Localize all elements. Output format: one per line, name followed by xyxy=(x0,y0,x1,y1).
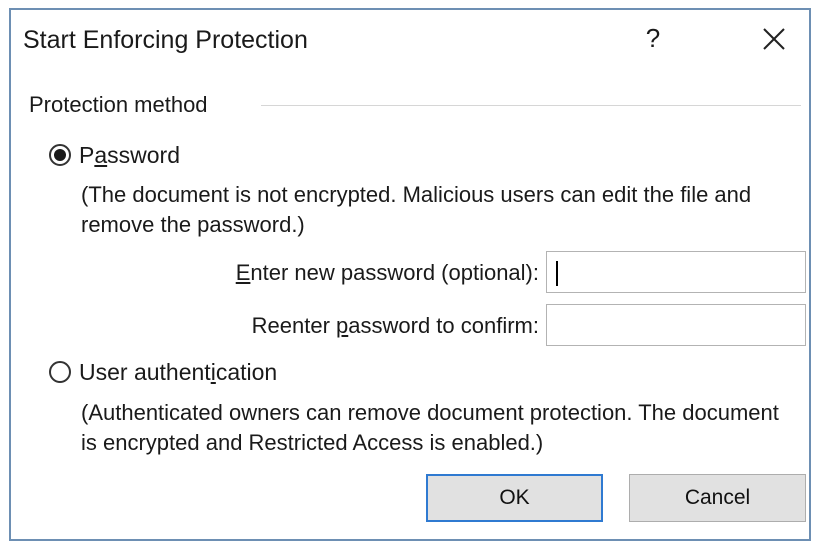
dialog-titlebar: Start Enforcing Protection ? xyxy=(11,10,809,68)
user-authentication-radio-button[interactable] xyxy=(49,361,71,383)
protection-method-group-label: Protection method xyxy=(29,91,216,119)
password-radio-label: Password xyxy=(79,142,180,168)
confirm-password-input[interactable] xyxy=(546,304,806,346)
new-password-label: Enter new password (optional): xyxy=(235,260,539,285)
close-icon xyxy=(763,28,785,50)
password-radio-option[interactable]: Password xyxy=(49,141,180,169)
user-authentication-radio-label: User authentication xyxy=(79,359,278,385)
password-radio-button[interactable] xyxy=(49,144,71,166)
new-password-input[interactable] xyxy=(546,251,806,293)
confirm-password-label: Reenter password to confirm: xyxy=(251,313,539,338)
text-cursor xyxy=(556,261,558,286)
start-enforcing-protection-dialog: Start Enforcing Protection ? Protection … xyxy=(9,8,811,541)
dialog-title: Start Enforcing Protection xyxy=(23,26,308,54)
close-button[interactable] xyxy=(749,18,799,60)
ok-button[interactable]: OK xyxy=(426,474,603,522)
help-button[interactable]: ? xyxy=(631,18,675,58)
user-authentication-note: (Authenticated owners can remove documen… xyxy=(81,400,779,455)
password-note: (The document is not encrypted. Maliciou… xyxy=(81,182,752,237)
cancel-button[interactable]: Cancel xyxy=(629,474,806,522)
user-authentication-radio-option[interactable]: User authentication xyxy=(49,358,277,386)
group-divider xyxy=(261,105,801,106)
